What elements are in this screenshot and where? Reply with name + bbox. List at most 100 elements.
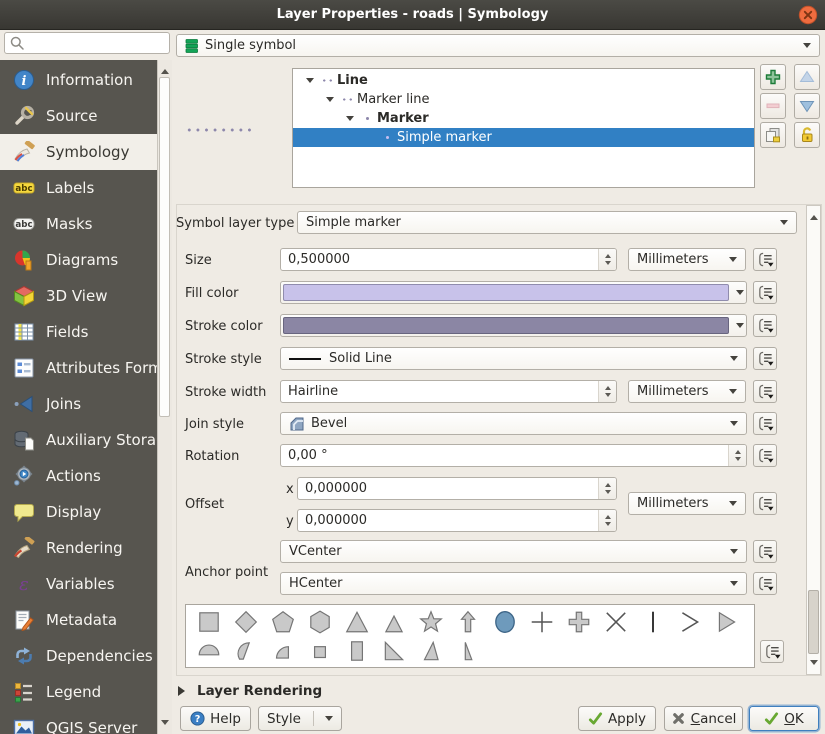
offset-unit-combo[interactable]: Millimeters <box>628 492 746 515</box>
symbol-tree-item-simple-marker[interactable]: Simple marker <box>293 128 754 147</box>
symbol-tree-item-line[interactable]: Line <box>293 71 754 90</box>
shape-cross2[interactable] <box>597 608 634 636</box>
sidebar-item-actions[interactable]: Actions <box>0 458 157 494</box>
sidebar-item-diagrams[interactable]: Diagrams <box>0 242 157 278</box>
size-override-button[interactable] <box>753 248 777 271</box>
sidebar-item-variables[interactable]: εVariables <box>0 566 157 602</box>
shape-third-circle[interactable] <box>227 637 264 665</box>
shape-star[interactable] <box>412 608 449 636</box>
rotation-override-button[interactable] <box>753 444 777 467</box>
join-style-override-button[interactable] <box>753 412 777 435</box>
shape-arrowhead[interactable] <box>671 608 708 636</box>
layer-rendering-section[interactable]: Layer Rendering <box>178 683 322 699</box>
close-button[interactable] <box>798 5 818 25</box>
offset-override-button[interactable] <box>753 492 777 515</box>
offset-y-spinner-buttons[interactable] <box>598 510 616 531</box>
sidebar-item-information[interactable]: iInformation <box>0 62 157 98</box>
stroke-width-override-button[interactable] <box>753 380 777 403</box>
renderer-combo[interactable]: Single symbol <box>176 34 820 57</box>
sidebar-item-rendering[interactable]: Rendering <box>0 530 157 566</box>
shape-left-half-triangle[interactable] <box>449 637 486 665</box>
stroke-color-dropdown[interactable] <box>729 317 744 334</box>
size-spinner-buttons[interactable] <box>598 249 616 270</box>
search-input[interactable] <box>4 32 170 54</box>
rotation-input[interactable]: 0,00 ° <box>280 444 747 467</box>
symbol-layer-type-combo[interactable]: Simple marker <box>297 211 797 234</box>
sidebar-item-source[interactable]: Source <box>0 98 157 134</box>
stroke-width-input[interactable]: Hairline <box>280 380 617 403</box>
shape-equilateral-triangle[interactable] <box>375 608 412 636</box>
scroll-up-icon[interactable] <box>161 65 169 74</box>
shape-square[interactable] <box>190 608 227 636</box>
sidebar-item-3d-view[interactable]: 3D View <box>0 278 157 314</box>
stroke-width-spinner-buttons[interactable] <box>598 381 616 402</box>
shape-quarter-circle[interactable] <box>264 637 301 665</box>
offset-x-input[interactable]: 0,000000 <box>297 477 617 500</box>
stroke-width-unit-combo[interactable]: Millimeters <box>628 380 746 403</box>
stroke-color-button[interactable] <box>280 314 747 337</box>
tree-expand-caret-icon[interactable] <box>343 114 357 123</box>
cancel-button[interactable]: Cancel <box>664 706 743 731</box>
shape-triangle[interactable] <box>338 608 375 636</box>
shape-line[interactable] <box>634 608 671 636</box>
scroll-down-icon[interactable] <box>810 660 818 669</box>
shape-circle[interactable] <box>486 608 523 636</box>
shape-diagonal-half-square[interactable] <box>375 637 412 665</box>
shape-hexagon[interactable] <box>301 608 338 636</box>
sidebar-item-attributes-form[interactable]: Attributes Form <box>0 350 157 386</box>
shape-override-button[interactable] <box>760 640 784 663</box>
scroll-down-icon[interactable] <box>161 720 169 729</box>
anchor-horizontal-override-button[interactable] <box>753 572 777 595</box>
stroke-style-combo[interactable]: Solid Line <box>280 347 747 370</box>
symbol-tree-item-marker-line[interactable]: Marker line <box>293 90 754 109</box>
anchor-vertical-override-button[interactable] <box>753 540 777 563</box>
size-unit-combo[interactable]: Millimeters <box>628 248 746 271</box>
shape-semi-circle[interactable] <box>190 637 227 665</box>
symbol-tree-item-marker[interactable]: Marker <box>293 109 754 128</box>
shape-half-square[interactable] <box>338 637 375 665</box>
anchor-horizontal-combo[interactable]: HCenter <box>280 572 747 595</box>
apply-button[interactable]: Apply <box>578 706 656 731</box>
scroll-up-icon[interactable] <box>810 211 818 220</box>
sidebar-item-joins[interactable]: Joins <box>0 386 157 422</box>
sidebar-item-labels[interactable]: abcLabels <box>0 170 157 206</box>
stroke-color-override-button[interactable] <box>753 314 777 337</box>
sidebar-item-fields[interactable]: Fields <box>0 314 157 350</box>
offset-y-input[interactable]: 0,000000 <box>297 509 617 532</box>
shape-cross-fill[interactable] <box>560 608 597 636</box>
move-layer-down-button[interactable] <box>794 93 820 119</box>
stroke-style-override-button[interactable] <box>753 347 777 370</box>
shape-diamond[interactable] <box>227 608 264 636</box>
help-button[interactable]: ? Help <box>180 706 251 731</box>
main-scrollbar-thumb[interactable] <box>808 590 819 654</box>
sidebar-item-display[interactable]: Display <box>0 494 157 530</box>
ok-button[interactable]: OK <box>749 706 819 731</box>
sidebar-item-masks[interactable]: abcMasks <box>0 206 157 242</box>
fill-color-button[interactable] <box>280 281 747 304</box>
rotation-spinner-buttons[interactable] <box>728 445 746 466</box>
shape-arrow[interactable] <box>449 608 486 636</box>
sidebar-scrollbar-thumb[interactable] <box>159 77 170 417</box>
size-input[interactable]: 0,500000 <box>280 248 617 271</box>
style-menu-button[interactable]: Style <box>258 706 342 731</box>
shape-pentagon[interactable] <box>264 608 301 636</box>
duplicate-symbol-layer-button[interactable] <box>760 122 786 148</box>
sidebar-item-auxiliary-storage[interactable]: Auxiliary Storage <box>0 422 157 458</box>
shape-quarter-square[interactable] <box>301 637 338 665</box>
tree-expand-caret-icon[interactable] <box>323 95 337 104</box>
sidebar-item-metadata[interactable]: Metadata <box>0 602 157 638</box>
fill-color-dropdown[interactable] <box>729 284 744 301</box>
shape-cross[interactable] <box>523 608 560 636</box>
sidebar-item-symbology[interactable]: Symbology <box>0 134 157 170</box>
shape-filled-arrowhead[interactable] <box>708 608 745 636</box>
sidebar-scrollbar[interactable] <box>157 60 172 734</box>
lock-layer-color-button[interactable] <box>794 122 820 148</box>
tree-expand-caret-icon[interactable] <box>303 76 317 85</box>
sidebar-item-dependencies[interactable]: Dependencies <box>0 638 157 674</box>
fill-color-override-button[interactable] <box>753 281 777 304</box>
sidebar-item-qgis-server[interactable]: QGIS Server <box>0 710 157 734</box>
offset-x-spinner-buttons[interactable] <box>598 478 616 499</box>
add-symbol-layer-button[interactable] <box>760 64 786 90</box>
titlebar[interactable]: Layer Properties - roads | Symbology <box>0 0 825 30</box>
shape-right-half-triangle[interactable] <box>412 637 449 665</box>
